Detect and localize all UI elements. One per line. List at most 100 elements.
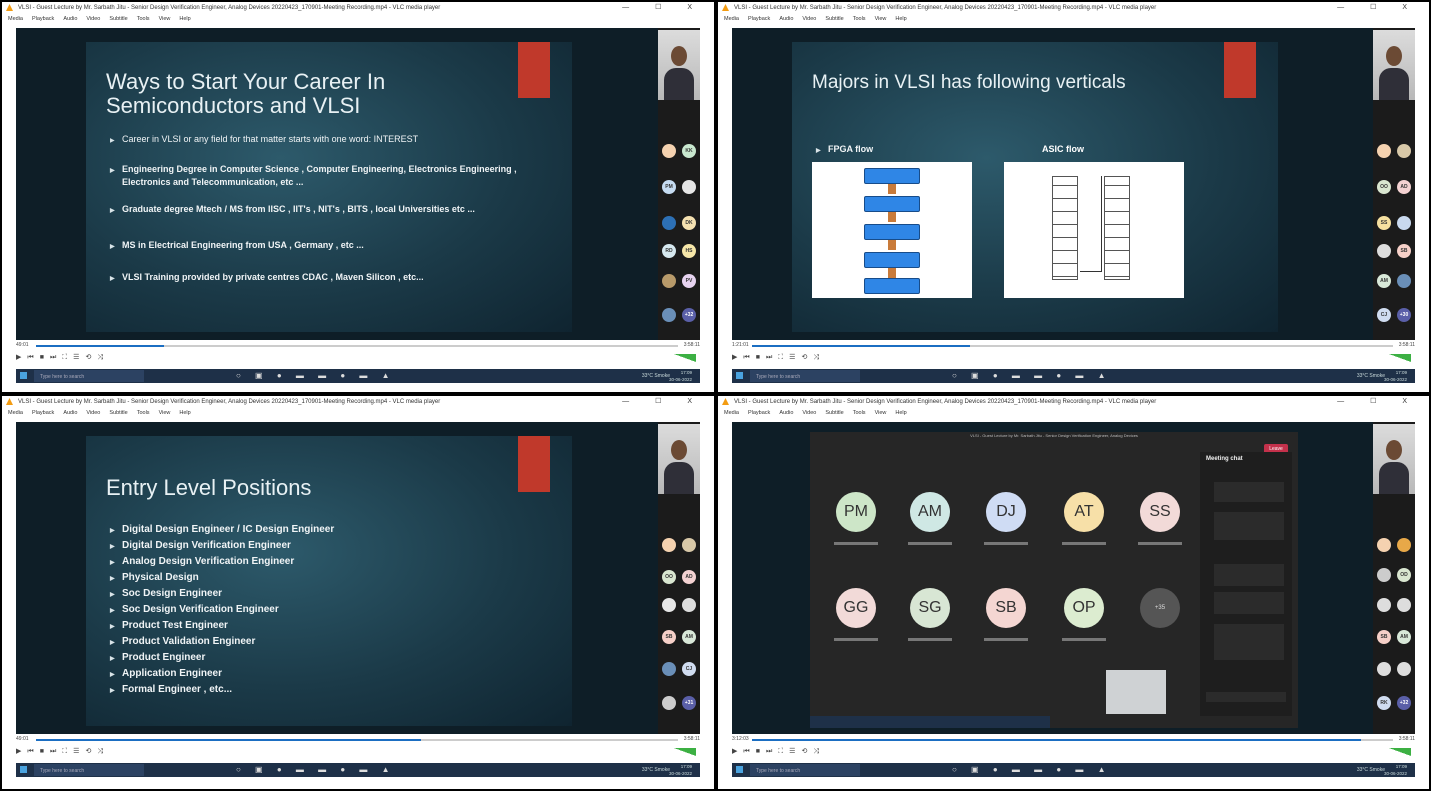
menu-tools[interactable]: Tools (137, 16, 150, 22)
menu-media[interactable]: Media (724, 16, 739, 22)
menu-video[interactable]: Video (86, 16, 100, 22)
menu-video[interactable]: Video (802, 16, 816, 22)
more-participants-badge[interactable]: +32 (682, 308, 696, 322)
taskbar-search[interactable]: Type here to search (34, 370, 144, 382)
loop-icon[interactable]: ⟲ (85, 748, 91, 755)
play-icon[interactable]: ▶ (16, 354, 21, 361)
playlist-icon[interactable]: ☰ (73, 748, 79, 755)
seek-bar[interactable]: 1:21:01 3:58:11 (732, 342, 1415, 350)
windows-icon[interactable] (20, 766, 27, 773)
window-controls[interactable]: — ☐ X (622, 2, 704, 14)
menu-tools[interactable]: Tools (137, 410, 150, 416)
menu-subtitle[interactable]: Subtitle (109, 16, 127, 22)
more-participants-tile[interactable]: +35 (1140, 588, 1180, 628)
menu-view[interactable]: View (159, 16, 171, 22)
play-icon[interactable]: ▶ (732, 748, 737, 755)
volume-slider[interactable] (674, 748, 696, 756)
video-area[interactable]: Majors in VLSI has following verticals F… (732, 28, 1415, 340)
windows-icon[interactable] (736, 372, 743, 379)
playlist-icon[interactable]: ☰ (789, 354, 795, 361)
taskbar-apps[interactable]: ○ ▣ ● ▬ ▬ ● ▬ ▲ (952, 371, 1112, 381)
shuffle-icon[interactable]: ⤨ (97, 748, 103, 755)
menu-audio[interactable]: Audio (779, 410, 793, 416)
menu-playback[interactable]: Playback (32, 16, 54, 22)
fullscreen-icon[interactable]: ⛶ (62, 354, 67, 361)
windows-icon[interactable] (736, 766, 743, 773)
menu-playback[interactable]: Playback (748, 16, 770, 22)
more-participants-badge[interactable]: +30 (1397, 308, 1411, 322)
window-controls[interactable]: — ☐ X (622, 396, 704, 408)
menu-media[interactable]: Media (8, 410, 23, 416)
menu-help[interactable]: Help (895, 16, 906, 22)
chat-message (1214, 512, 1284, 540)
window-controls[interactable]: — ☐ X (1337, 2, 1419, 14)
next-icon[interactable]: ⏭ (50, 748, 56, 755)
playlist-icon[interactable]: ☰ (789, 748, 795, 755)
menu-video[interactable]: Video (802, 410, 816, 416)
shuffle-icon[interactable]: ⤨ (97, 354, 103, 361)
video-area[interactable]: Entry Level Positions Digital Design Eng… (16, 422, 700, 734)
prev-icon[interactable]: ⏮ (27, 748, 33, 755)
loop-icon[interactable]: ⟲ (85, 354, 91, 361)
menu-playback[interactable]: Playback (32, 410, 54, 416)
stop-icon[interactable]: ■ (756, 748, 760, 755)
stop-icon[interactable]: ■ (40, 354, 44, 361)
stop-icon[interactable]: ■ (40, 748, 44, 755)
playlist-icon[interactable]: ☰ (73, 354, 79, 361)
prev-icon[interactable]: ⏮ (27, 354, 33, 361)
menu-view[interactable]: View (159, 410, 171, 416)
fullscreen-icon[interactable]: ⛶ (778, 748, 783, 755)
play-icon[interactable]: ▶ (16, 748, 21, 755)
shuffle-icon[interactable]: ⤨ (813, 748, 819, 755)
more-participants-badge[interactable]: +32 (1397, 696, 1411, 710)
video-area[interactable]: VLSI - Guest Lecture by Mr. Sarbath Jitu… (732, 422, 1415, 734)
next-icon[interactable]: ⏭ (766, 748, 772, 755)
menu-help[interactable]: Help (895, 410, 906, 416)
volume-slider[interactable] (1389, 748, 1411, 756)
menu-subtitle[interactable]: Subtitle (825, 16, 843, 22)
menu-view[interactable]: View (875, 16, 887, 22)
taskbar-apps[interactable]: ○ ▣ ● ▬ ▬ ● ▬ ▲ (952, 765, 1112, 775)
next-icon[interactable]: ⏭ (50, 354, 56, 361)
prev-icon[interactable]: ⏮ (743, 748, 749, 755)
menu-playback[interactable]: Playback (748, 410, 770, 416)
menu-subtitle[interactable]: Subtitle (825, 410, 843, 416)
menu-video[interactable]: Video (86, 410, 100, 416)
volume-slider[interactable] (1389, 354, 1411, 362)
menu-media[interactable]: Media (8, 16, 23, 22)
play-icon[interactable]: ▶ (732, 354, 737, 361)
seek-bar[interactable]: 49:01 3:58:11 (16, 342, 700, 350)
video-area[interactable]: Ways to Start Your Career In Semiconduct… (16, 28, 700, 340)
more-participants-badge[interactable]: +31 (682, 696, 696, 710)
taskbar-apps[interactable]: ○ ▣ ● ▬ ▬ ● ▬ ▲ (236, 765, 396, 775)
weather: 33°C Smoke (1356, 373, 1385, 379)
menu-audio[interactable]: Audio (63, 410, 77, 416)
menu-tools[interactable]: Tools (853, 16, 866, 22)
menu-help[interactable]: Help (179, 410, 190, 416)
stop-icon[interactable]: ■ (756, 354, 760, 361)
volume-slider[interactable] (674, 354, 696, 362)
next-icon[interactable]: ⏭ (766, 354, 772, 361)
shuffle-icon[interactable]: ⤨ (813, 354, 819, 361)
prev-icon[interactable]: ⏮ (743, 354, 749, 361)
seek-bar[interactable]: 49:01 3:58:11 (16, 736, 700, 744)
taskbar-search[interactable]: Type here to search (34, 764, 144, 776)
menu-audio[interactable]: Audio (779, 16, 793, 22)
menu-subtitle[interactable]: Subtitle (109, 410, 127, 416)
seek-bar[interactable]: 3:12:03 3:58:11 (732, 736, 1415, 744)
menu-tools[interactable]: Tools (853, 410, 866, 416)
taskbar-search[interactable]: Type here to search (750, 764, 860, 776)
window-controls[interactable]: — ☐ X (1337, 396, 1419, 408)
fullscreen-icon[interactable]: ⛶ (778, 354, 783, 361)
menu-audio[interactable]: Audio (63, 16, 77, 22)
menu-media[interactable]: Media (724, 410, 739, 416)
chat-input[interactable] (1206, 692, 1286, 702)
windows-icon[interactable] (20, 372, 27, 379)
fullscreen-icon[interactable]: ⛶ (62, 748, 67, 755)
loop-icon[interactable]: ⟲ (801, 748, 807, 755)
menu-help[interactable]: Help (179, 16, 190, 22)
taskbar-apps[interactable]: ○ ▣ ● ▬ ▬ ● ▬ ▲ (236, 371, 396, 381)
loop-icon[interactable]: ⟲ (801, 354, 807, 361)
menu-view[interactable]: View (875, 410, 887, 416)
taskbar-search[interactable]: Type here to search (750, 370, 860, 382)
